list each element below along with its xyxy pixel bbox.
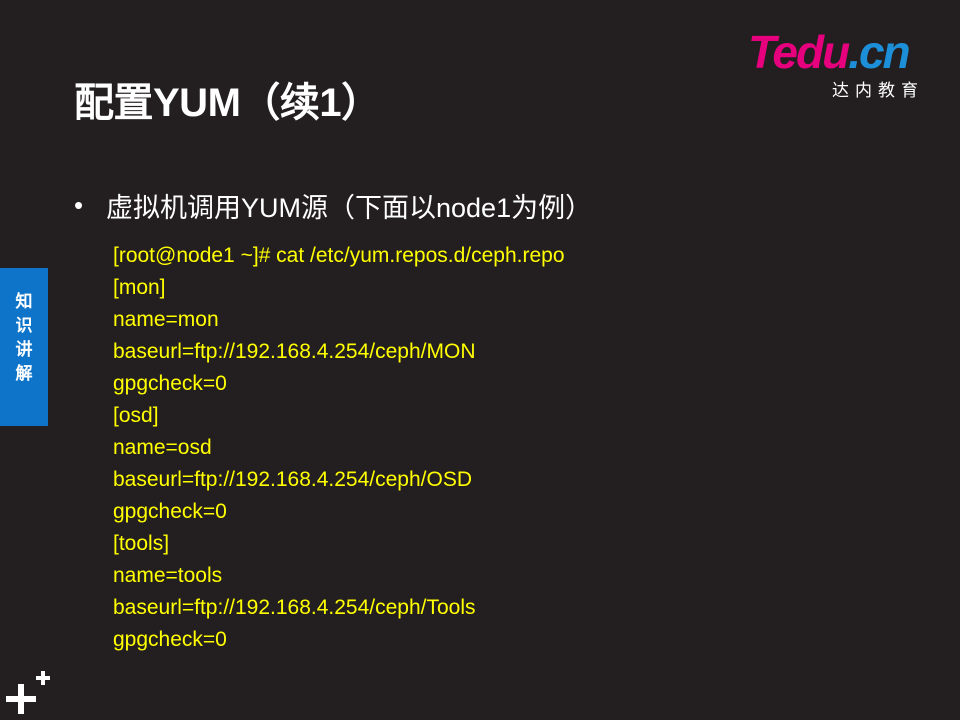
code-line: name=osd [113, 436, 212, 459]
plus-plus-icon [6, 671, 50, 714]
side-tab-knowledge: 知 识 讲 解 [0, 268, 48, 426]
slide: 配置YUM（续1） Tedu.cn 达内教育 • 虚拟机调用YUM源（下面以nod… [0, 0, 960, 720]
bullet-dot-icon: • [74, 190, 84, 220]
side-tab-char: 知 [15, 292, 33, 311]
logo-wordmark-edu: edu [772, 26, 850, 78]
bullet-item: • 虚拟机调用YUM源（下面以node1为例） [74, 186, 592, 225]
code-line: name=mon [113, 308, 219, 331]
code-line: gpgcheck=0 [113, 628, 227, 651]
tedu-logo: Tedu.cn 达内教育 [748, 28, 938, 100]
code-line: [osd] [113, 404, 159, 427]
code-line: gpgcheck=0 [113, 500, 227, 523]
code-line: name=tools [113, 564, 223, 587]
code-line: [mon] [113, 276, 166, 299]
code-block: [root@node1 ~]# cat /etc/yum.repos.d/cep… [113, 240, 565, 656]
logo-wordmark-t: T [748, 26, 774, 78]
logo-wordmark-cn: .cn [848, 26, 910, 78]
side-tab-char: 讲 [15, 340, 33, 359]
side-tab-char: 识 [15, 316, 33, 335]
code-line: baseurl=ftp://192.168.4.254/ceph/Tools [113, 596, 476, 619]
code-line: [root@node1 ~]# cat /etc/yum.repos.d/cep… [113, 244, 565, 267]
code-line: gpgcheck=0 [113, 372, 227, 395]
side-tab-label: 知 识 讲 解 [0, 290, 48, 386]
code-line: baseurl=ftp://192.168.4.254/ceph/MON [113, 340, 476, 363]
code-line: baseurl=ftp://192.168.4.254/ceph/OSD [113, 468, 472, 491]
logo-subtitle: 达内教育 [832, 81, 924, 100]
code-line: [tools] [113, 532, 170, 555]
slide-title: 配置YUM（续1） [74, 81, 381, 125]
logo-wordmark: Tedu.cn [748, 26, 911, 78]
side-tab-char: 解 [15, 364, 33, 383]
bullet-text: 虚拟机调用YUM源（下面以node1为例） [106, 193, 593, 223]
